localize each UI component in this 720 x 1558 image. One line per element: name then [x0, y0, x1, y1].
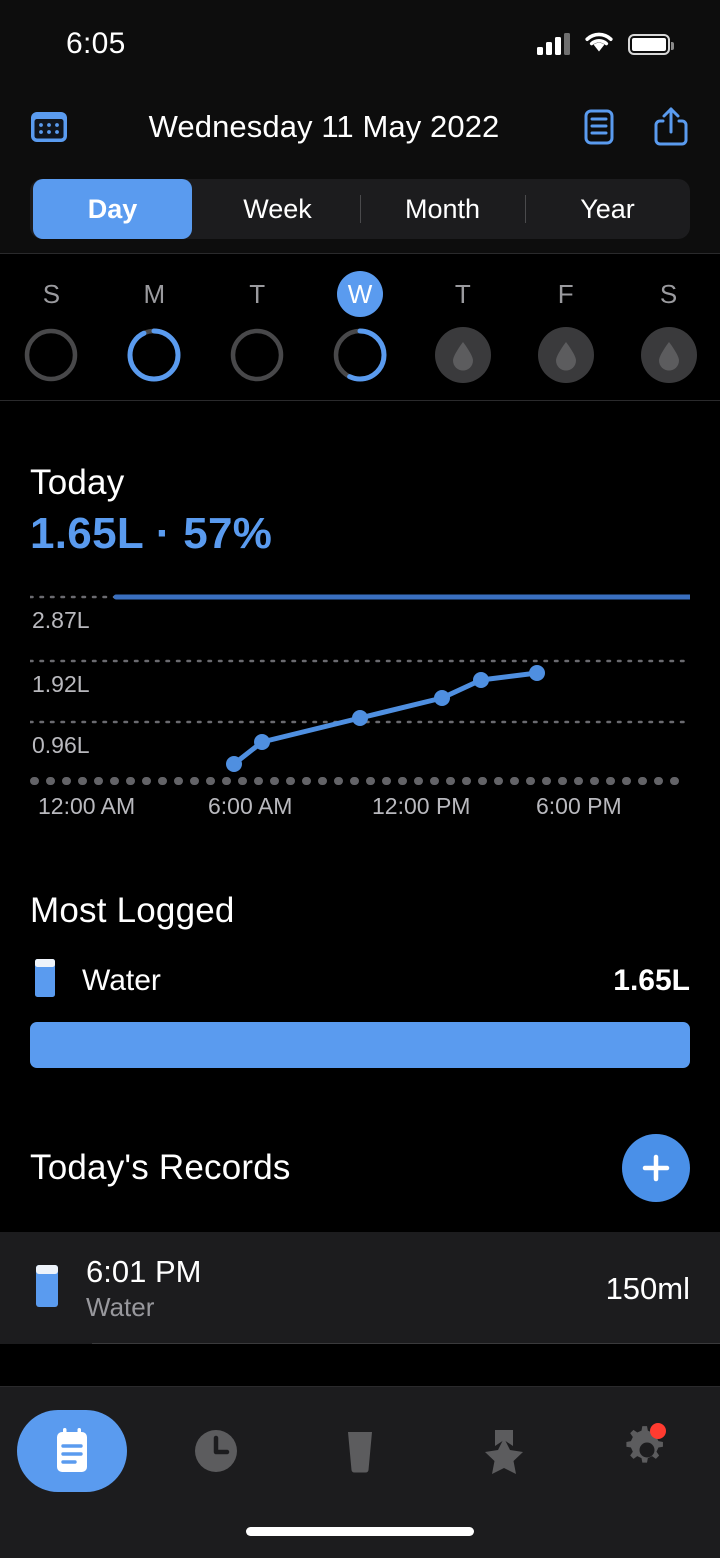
status-bar-time: 6:05 — [66, 27, 126, 60]
water-drop-icon — [537, 327, 594, 383]
most-logged-name: Water — [82, 963, 161, 997]
intake-line-chart[interactable]: 2.87L 1.92L 0.96L 12:00 AM 6:00 AM 12:00… — [30, 581, 690, 821]
chart-plot-area — [30, 594, 690, 785]
x-axis-label-12: 12:00 PM — [372, 793, 471, 819]
cellular-signal-icon — [537, 33, 570, 55]
page-title: Wednesday 11 May 2022 — [148, 108, 500, 144]
most-logged-progress-bar — [30, 1022, 690, 1068]
x-axis-label-6: 6:00 AM — [208, 793, 293, 819]
tab-achievements[interactable] — [432, 1403, 576, 1499]
most-logged-heading: Most Logged — [30, 891, 235, 930]
week-day-thursday[interactable]: T — [411, 271, 514, 383]
y-axis-label-mid: 1.92L — [32, 671, 90, 697]
most-logged-row[interactable]: Water 1.65L — [30, 955, 690, 1006]
status-bar-indicators — [537, 31, 674, 58]
week-day-saturday[interactable]: S — [617, 271, 720, 383]
share-icon[interactable] — [648, 104, 694, 150]
record-separator — [92, 1343, 720, 1344]
today-total-value: 1.65L · 57% — [30, 509, 273, 558]
clipboard-icon — [57, 1428, 87, 1472]
list-icon[interactable] — [576, 104, 622, 150]
water-drop-icon — [434, 327, 491, 383]
week-day-sunday[interactable]: S — [0, 271, 103, 383]
period-segmented-control-container: Day Week Month Year — [0, 165, 720, 253]
week-day-label: T — [454, 278, 471, 309]
period-segmented-control[interactable]: Day Week Month Year — [30, 179, 690, 239]
tab-day[interactable]: Day — [33, 179, 192, 239]
week-day-monday[interactable]: M — [103, 271, 206, 383]
gear-icon — [626, 1426, 663, 1463]
record-time: 6:01 PM — [86, 1254, 202, 1289]
wifi-icon — [584, 31, 614, 58]
week-day-wednesday[interactable]: W — [309, 271, 412, 383]
x-axis-label-18: 6:00 PM — [536, 793, 622, 819]
progress-ring-empty — [23, 327, 79, 383]
tab-history[interactable] — [144, 1403, 288, 1499]
today-summary-section: Today 1.65L · 57% 2.87L 1.92L 0.96L 12:0… — [0, 401, 720, 821]
records-list: 6:01 PM Water 150ml — [0, 1232, 720, 1344]
tab-drinks[interactable] — [288, 1403, 432, 1499]
week-day-label-today: W — [337, 271, 383, 317]
battery-icon — [628, 33, 674, 55]
tab-week[interactable]: Week — [198, 179, 357, 239]
tab-year[interactable]: Year — [528, 179, 687, 239]
home-indicator — [246, 1527, 474, 1536]
today-heading: Today — [30, 463, 125, 502]
record-type: Water — [86, 1292, 155, 1322]
y-axis-label-low: 0.96L — [32, 732, 90, 758]
water-drop-icon — [640, 327, 697, 383]
tab-month[interactable]: Month — [363, 179, 522, 239]
records-heading: Today's Records — [30, 1148, 291, 1187]
week-strip: S M T W T F S — [0, 253, 720, 401]
main-content: Today 1.65L · 57% 2.87L 1.92L 0.96L 12:0… — [0, 401, 720, 1344]
y-axis-label-goal: 2.87L — [32, 607, 90, 633]
navigation-bar: Wednesday 11 May 2022 — [0, 88, 720, 165]
cup-icon — [348, 1432, 372, 1473]
water-glass-icon — [30, 1260, 64, 1317]
week-day-label: F — [557, 278, 574, 309]
record-amount: 150ml — [605, 1270, 690, 1306]
app-screen: 6:05 Wednesday 11 May 2022 Day Week Mont… — [0, 0, 720, 1558]
plus-icon — [642, 1154, 670, 1182]
calendar-icon[interactable] — [26, 104, 72, 150]
records-header: Today's Records — [0, 1068, 720, 1206]
most-logged-value: 1.65L — [613, 963, 690, 997]
progress-ring-empty — [229, 327, 285, 383]
most-logged-section: Most Logged Water 1.65L — [0, 821, 720, 1068]
settings-notification-badge — [650, 1423, 666, 1439]
status-bar: 6:05 — [0, 0, 720, 88]
record-row[interactable]: 6:01 PM Water 150ml — [0, 1232, 720, 1323]
progress-ring-monday — [126, 327, 182, 383]
water-glass-icon — [30, 955, 60, 1006]
week-day-tuesday[interactable]: T — [206, 271, 309, 383]
tab-log[interactable] — [0, 1403, 144, 1499]
week-day-label: M — [143, 278, 166, 309]
tab-settings[interactable] — [576, 1403, 720, 1499]
clock-icon — [195, 1430, 237, 1472]
star-badge-icon — [485, 1430, 523, 1474]
week-day-label: T — [249, 278, 266, 309]
progress-ring-today — [332, 327, 388, 383]
add-record-button[interactable] — [622, 1134, 690, 1202]
week-day-friday[interactable]: F — [514, 271, 617, 383]
x-axis-label-0: 12:00 AM — [38, 793, 136, 819]
week-day-label: S — [659, 278, 678, 309]
week-day-label: S — [42, 278, 61, 309]
